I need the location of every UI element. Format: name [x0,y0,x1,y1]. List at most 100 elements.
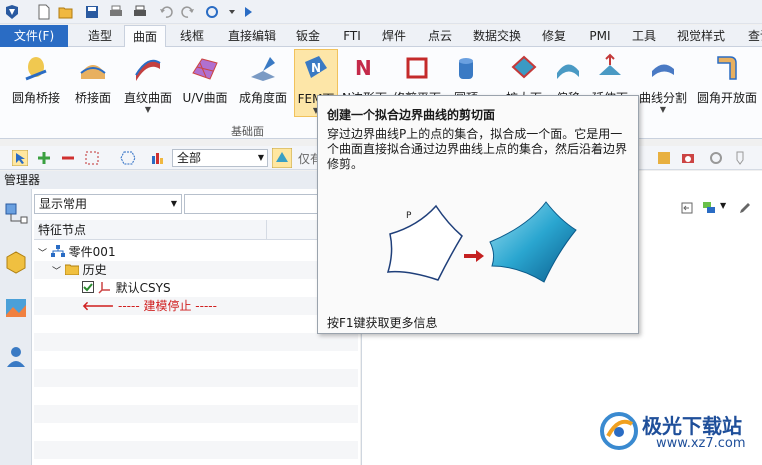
hexagon-icon[interactable] [120,150,136,166]
tree-node-part[interactable]: ﹀ 零件001 [34,243,358,261]
display-select[interactable]: 显示常用 ▼ [34,194,182,214]
manager-panel: 显示常用 ▼ 特征节点 ﹀ 零件001 ﹀ 历史 默认CSYS 🡐 ----- … [32,189,360,465]
tab-direct-edit[interactable]: 直接编辑 [222,25,282,47]
checkbox-checked-icon[interactable] [82,281,94,293]
remove-icon[interactable] [60,150,76,166]
fillet-open-face-icon [717,56,737,80]
open-folder-icon[interactable] [58,4,74,20]
play-icon[interactable] [240,4,256,20]
extend-face-icon [511,55,537,79]
tooltip-title: 创建一个拟合边界曲线的剪切面 [327,108,496,122]
tree-node-csys[interactable]: 默认CSYS [34,279,358,297]
quick-access-toolbar [0,0,762,24]
fem-surface-icon: N [305,56,327,78]
bridge-surface-icon [80,65,106,79]
chevron-down-icon: ▼ [170,199,177,208]
filter-dropdown-icon: ▼ [257,153,264,162]
edit-pencil-icon[interactable] [738,201,752,215]
settings-icon[interactable] [708,150,724,166]
uv-surface-button[interactable]: U/V曲面 [180,49,230,117]
offset-icon [557,64,579,79]
watermark-brand: 极光下载站 [642,414,742,438]
watermark-logo-icon [600,412,638,450]
tree-node-history[interactable]: ﹀ 历史 [34,261,358,279]
user-tab-icon[interactable] [3,343,29,369]
arrow-left-icon: 🡐 [82,299,115,313]
tree-row-background [34,369,358,387]
tab-repair[interactable]: 修复 [534,25,574,47]
tab-tools[interactable]: 工具 [624,25,664,47]
tab-data-exchange[interactable]: 数据交换 [466,25,528,47]
tab-weldment[interactable]: 焊件 [374,25,414,47]
save-icon[interactable] [84,4,100,20]
ruled-surface-button[interactable]: 直纹曲面 ▼ [120,49,176,117]
tab-query[interactable]: 查询 [740,25,762,47]
fillet-bridge-icon [25,57,47,81]
part-node-icon [50,245,65,257]
tab-modeling[interactable]: 造型 [80,25,120,47]
add-icon[interactable] [36,150,52,166]
curve-split-button[interactable]: 曲线分割 ▼ [636,49,690,117]
smart-select-icon[interactable] [272,148,292,168]
new-file-icon[interactable] [36,4,52,20]
n-sided-surface-icon: N [355,56,372,80]
ribbon-group-label: 基础面 [231,125,264,138]
select-box-icon[interactable] [84,150,100,166]
tree-row-background [34,405,358,423]
fem-surface-illustration: P [386,201,577,283]
curve-split-icon [652,64,674,77]
tab-point-cloud[interactable]: 点云 [420,25,460,47]
tab-sheet-metal[interactable]: 钣金 [288,25,328,47]
filter-select[interactable]: 全部 ▼ [172,149,268,167]
ruled-surface-dropdown-icon[interactable]: ▼ [120,105,176,114]
collapse-arrow-icon[interactable]: ﹀ [38,249,47,259]
part-tab-icon[interactable] [3,249,29,275]
filter-icon[interactable] [150,150,166,166]
curve-split-dropdown-icon[interactable]: ▼ [636,105,690,114]
diagram-label: P [406,211,412,221]
tab-surface[interactable]: 曲面 [124,25,166,48]
tab-wireframe[interactable]: 线框 [172,25,212,47]
tree-node-stop[interactable]: 🡐 ----- 建模停止 ----- [34,297,358,315]
dome-icon [459,58,473,79]
watermark-url: www.xz7.com [656,436,746,451]
back-icon[interactable] [680,201,694,215]
app-logo-icon[interactable] [4,4,20,20]
tooltip-description: 穿过边界曲线P上的点的集合，拟合成一个面。它是用一个曲面直接拟合通过边界曲线上点… [327,127,628,171]
stretch-face-icon [599,53,621,75]
bridge-surface-button[interactable]: 桥接面 [68,49,118,117]
pick-cursor-icon[interactable] [12,150,28,166]
feature-tree-tab-icon[interactable] [3,201,29,227]
angled-surface-button[interactable]: 成角度面 [234,49,292,117]
layers-dropdown-icon[interactable]: ▼ [720,201,726,210]
undo-icon[interactable] [158,4,174,20]
tree-row-background [34,333,358,351]
refresh-icon[interactable] [204,4,220,20]
tab-file[interactable]: 文件(F) [0,25,68,47]
csys-icon [98,282,110,294]
redo-icon[interactable] [180,4,196,20]
pin-icon[interactable] [732,150,748,166]
tab-visual-style[interactable]: 视觉样式 [670,25,732,47]
view-icon[interactable] [656,150,672,166]
print-icon[interactable] [108,4,124,20]
uv-surface-icon [192,58,218,80]
layers-icon[interactable] [702,201,718,215]
watermark: 极光下载站 www.xz7.com [598,408,758,458]
fillet-open-face-button[interactable]: 圆角开放面 [694,49,760,117]
svg-text:N: N [355,56,372,80]
image-tab-icon[interactable] [3,295,29,321]
ribbon-tooltip: 创建一个拟合边界曲线的剪切面 穿过边界曲线P上的点的集合，拟合成一个面。它是用一… [317,95,639,334]
tab-fti[interactable]: FTI [334,25,370,47]
ribbon-tab-bar: 文件(F) 造型 曲面 线框 直接编辑 钣金 FTI 焊件 点云 数据交换 修复… [0,25,762,48]
collapse-arrow-icon[interactable]: ﹀ [52,267,61,277]
dropdown-arrow-icon[interactable] [224,4,240,20]
tab-pmi[interactable]: PMI [582,25,618,47]
manager-side-tabs [0,189,32,465]
camera-icon[interactable] [680,150,696,166]
print-preview-icon[interactable] [132,4,148,20]
fillet-bridge-button[interactable]: 圆角桥接 [6,49,66,117]
manager-title: 管理器 [0,171,360,189]
tooltip-footer: 按F1键获取更多信息 [327,316,438,330]
svg-text:N: N [311,61,321,75]
